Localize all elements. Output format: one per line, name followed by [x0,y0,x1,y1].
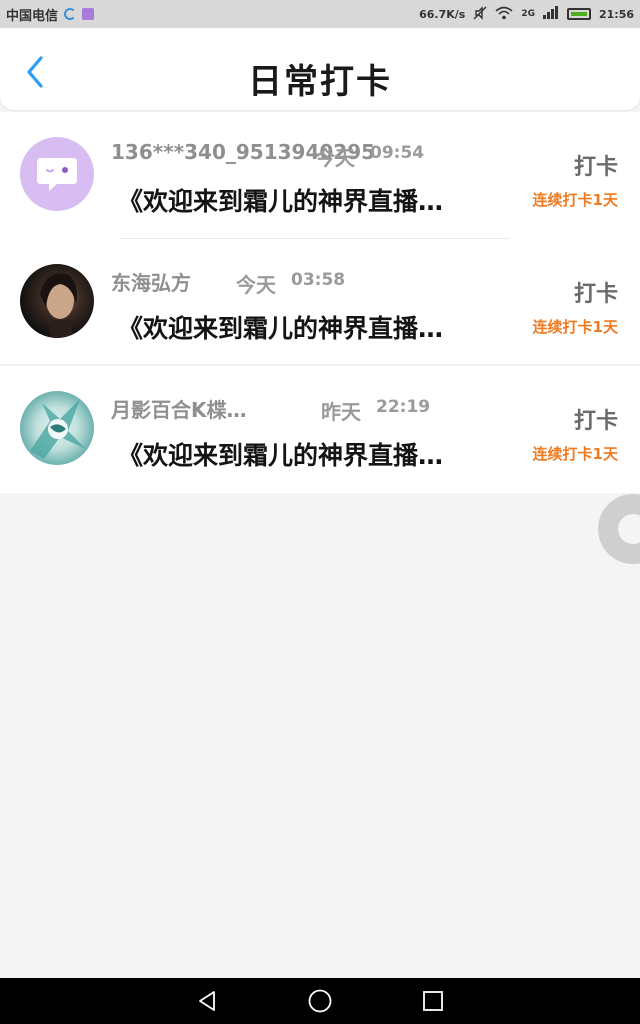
nav-recents-button[interactable] [418,986,448,1016]
floating-assistive-button[interactable] [598,494,640,564]
list-item[interactable]: 东海弘方 今天 03:58 《欢迎来到霜儿的神界直播… 打卡 连续打卡1天 [0,239,640,366]
circle-home-icon [308,989,332,1013]
triangle-back-icon [198,991,215,1011]
status-right: 66.7K/s 2G 21:56 [419,5,634,23]
signal-type-label: 2G [521,9,535,19]
artwork-image [30,399,86,459]
list-item[interactable]: 136***340_9513940295 今天 09:54 《欢迎来到霜儿的神界… [0,112,640,239]
username[interactable]: 东海弘方 [111,267,191,296]
timestamp-day: 昨天 [321,400,361,424]
streak-badge: 连续打卡1天 [532,191,618,209]
battery-icon [566,8,591,20]
system-nav-bar [0,978,640,1024]
page-title: 日常打卡 [248,62,392,102]
timestamp-time: 22:19 [376,397,431,417]
streak-badge: 连续打卡1天 [532,318,618,336]
status-left: 中国电信 [6,5,95,24]
header: 日常打卡 [0,28,640,110]
clock: 21:56 [598,7,634,21]
chat-bubble-icon [37,158,77,191]
timestamp-time: 09:54 [370,143,425,163]
sync-icon [64,8,77,20]
list-item[interactable]: 月影百合K楪… 昨天 22:19 《欢迎来到霜儿的神界直播… 打卡 连续打卡1天 [0,366,640,493]
avatar[interactable] [20,391,94,465]
carrier-label: 中国电信 [6,8,59,24]
timestamp-time: 03:58 [291,270,346,290]
checkin-action: 打卡 [573,155,618,180]
checkin-content[interactable]: 《欢迎来到霜儿的神界直播… [118,436,522,472]
nav-home-button[interactable] [305,986,335,1016]
mute-icon [473,5,487,23]
square-recents-icon [423,991,444,1011]
nav-back-button[interactable] [192,986,222,1016]
net-speed: 66.7K/s [419,7,466,21]
signal-icon [542,6,559,22]
checkin-action: 打卡 [573,409,618,434]
avatar[interactable] [20,137,94,211]
checkin-content[interactable]: 《欢迎来到霜儿的神界直播… [118,182,522,218]
app-notification-icon [82,8,95,20]
status-bar: 中国电信 66.7K/s 2G 21:56 [0,0,640,28]
checkin-list: 136***340_9513940295 今天 09:54 《欢迎来到霜儿的神界… [0,112,640,493]
timestamp-day: 今天 [236,273,276,297]
timestamp-day: 今天 [315,146,355,170]
wifi-icon [495,6,513,23]
portrait-image [40,273,77,338]
checkin-action: 打卡 [573,282,618,307]
username[interactable]: 月影百合K楪… [111,394,247,423]
avatar[interactable] [20,264,94,338]
streak-badge: 连续打卡1天 [532,445,618,463]
checkin-content[interactable]: 《欢迎来到霜儿的神界直播… [118,309,522,345]
